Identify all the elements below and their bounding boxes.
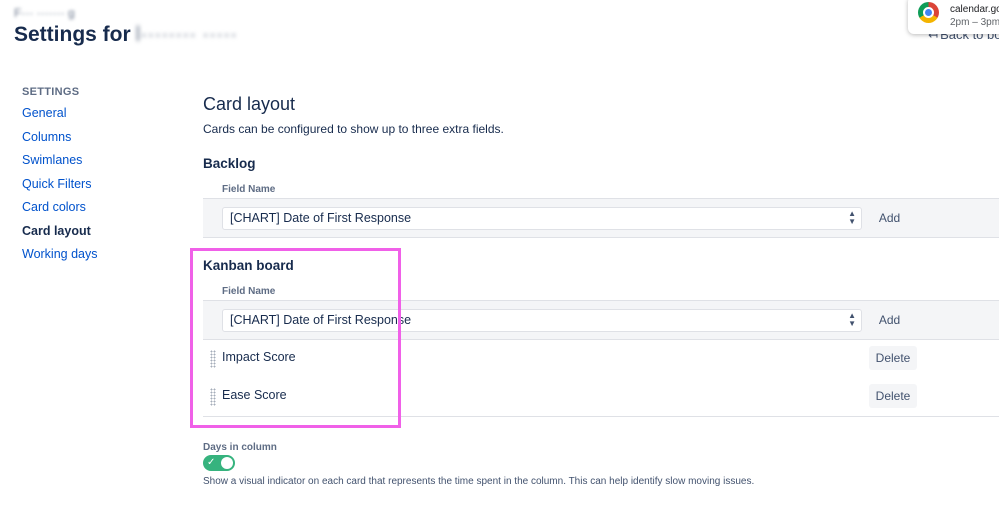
page-title-prefix: Settings for [14, 23, 131, 46]
drag-handle-icon[interactable] [210, 350, 216, 368]
backlog-field-select-value: [CHART] Date of First Response [230, 211, 412, 225]
chrome-icon [918, 2, 939, 23]
days-in-column-toggle[interactable]: ✓ [203, 455, 235, 471]
days-in-column-help-text: Show a visual indicator on each card tha… [203, 476, 755, 487]
sidebar-item-card-layout[interactable]: Card layout [22, 224, 172, 248]
backlog-field-name-label: Field Name [222, 184, 276, 195]
sidebar-item-working-days[interactable]: Working days [22, 247, 172, 271]
kanban-add-button[interactable]: Add [873, 309, 906, 332]
sidebar-heading: SETTINGS [22, 86, 80, 98]
select-arrows-icon: ▲ ▼ [848, 209, 856, 226]
backlog-add-button[interactable]: Add [873, 207, 906, 230]
page-title: Settings for l········ ····· [14, 23, 237, 47]
sidebar-item-quick-filters[interactable]: Quick Filters [22, 177, 172, 201]
delete-ease-score-button[interactable]: Delete [869, 384, 917, 408]
backlog-add-field-row: [CHART] Date of First Response ▲ ▼ Add [203, 198, 999, 238]
section-title: Card layout [203, 94, 296, 114]
notification-title: calendar.goo [950, 4, 999, 15]
breadcrumb: F··· ······· g [14, 6, 75, 20]
calendar-notification[interactable]: calendar.goo 2pm – 3pm [908, 0, 999, 34]
backlog-field-select[interactable]: [CHART] Date of First Response ▲ ▼ [222, 207, 862, 230]
kanban-field-name-label: Field Name [222, 286, 276, 297]
sidebar-item-general[interactable]: General [22, 106, 172, 130]
days-in-column-label: Days in column [203, 442, 277, 453]
delete-impact-score-button[interactable]: Delete [869, 346, 917, 370]
kanban-field-select[interactable]: [CHART] Date of First Response ▲ ▼ [222, 309, 862, 332]
sidebar-item-swimlanes[interactable]: Swimlanes [22, 153, 172, 177]
sidebar-item-columns[interactable]: Columns [22, 130, 172, 154]
kanban-add-field-row: [CHART] Date of First Response ▲ ▼ Add [203, 300, 999, 340]
notification-time: 2pm – 3pm [950, 17, 999, 28]
backlog-heading: Backlog [203, 156, 256, 171]
checkmark-icon: ✓ [207, 457, 216, 468]
settings-sidebar: SETTINGS General Columns Swimlanes Quick… [22, 86, 172, 271]
drag-handle-icon[interactable] [210, 388, 216, 406]
kanban-board-heading: Kanban board [203, 258, 294, 273]
card-field-name: Impact Score [222, 350, 296, 364]
sidebar-item-card-colors[interactable]: Card colors [22, 200, 172, 224]
section-divider [203, 416, 999, 417]
page-title-board-name: l········ ····· [135, 23, 238, 46]
card-field-row-impact-score: Impact Score Delete [203, 341, 999, 379]
section-description: Cards can be configured to show up to th… [203, 122, 504, 136]
kanban-field-select-value: [CHART] Date of First Response [230, 313, 412, 327]
toggle-knob [221, 457, 233, 469]
card-field-name: Ease Score [222, 388, 287, 402]
card-field-row-ease-score: Ease Score Delete [203, 379, 999, 417]
select-arrows-icon: ▲ ▼ [848, 311, 856, 328]
